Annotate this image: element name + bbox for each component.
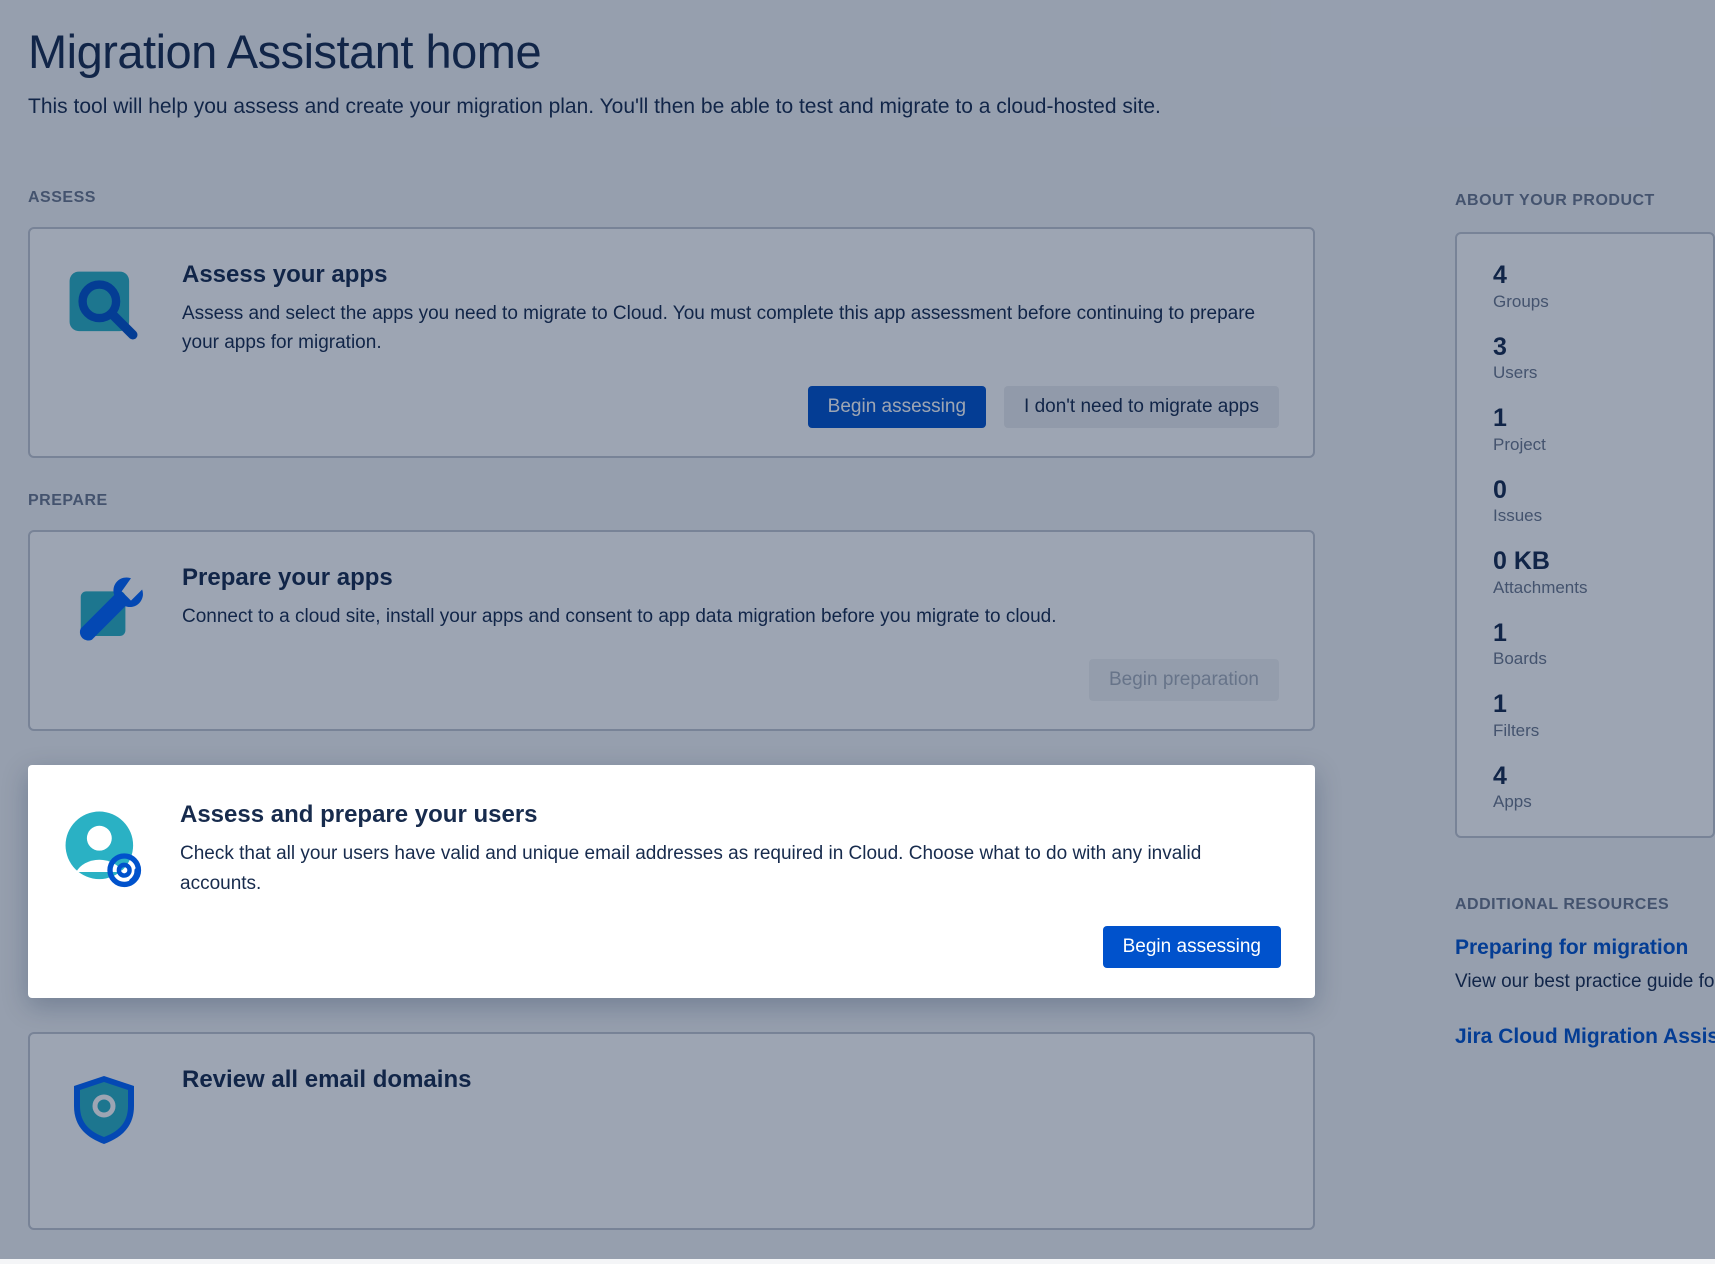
card-assess-apps: Assess your apps Assess and select the a… [28,227,1315,458]
stat-value: 4 [1493,763,1677,791]
additional-resources-label: ADDITIONAL RESOURCES [1455,896,1715,914]
card-desc: Check that all your users have valid and… [180,839,1281,898]
stat-value: 1 [1493,620,1677,648]
card-title: Assess your apps [182,261,1279,289]
resource-desc: View our best practice guide for informa… [1455,968,1715,997]
stat-value: 0 KB [1493,548,1677,576]
begin-assessing-users-button[interactable]: Begin assessing [1103,926,1281,968]
stat-value: 1 [1493,691,1677,719]
section-label-assess: ASSESS [28,189,1315,207]
about-product-label: ABOUT YOUR PRODUCT [1455,192,1715,210]
stat-groups: 4 Groups [1493,262,1677,312]
magnifier-icon [64,261,144,428]
product-stats-box: 4 Groups 3 Users 1 Project 0 Issues 0 KB… [1455,232,1715,838]
stat-value: 0 [1493,477,1677,505]
stat-issues: 0 Issues [1493,477,1677,527]
card-title: Review all email domains [182,1066,1279,1094]
card-assess-users: Assess and prepare your users Check that… [28,765,1315,998]
stat-label: Groups [1493,292,1677,312]
page-subtitle: This tool will help you assess and creat… [28,95,1315,119]
stat-value: 1 [1493,405,1677,433]
begin-preparation-button: Begin preparation [1089,659,1279,701]
stat-label: Issues [1493,506,1677,526]
stat-label: Project [1493,435,1677,455]
stat-label: Boards [1493,649,1677,669]
skip-migrate-apps-button[interactable]: I don't need to migrate apps [1004,386,1279,428]
stat-boards: 1 Boards [1493,620,1677,670]
resource-link-jcma[interactable]: Jira Cloud Migration Assistant [1455,1025,1715,1049]
card-desc: Assess and select the apps you need to m… [182,299,1279,358]
stat-filters: 1 Filters [1493,691,1677,741]
card-title: Assess and prepare your users [180,801,1281,829]
stat-users: 3 Users [1493,334,1677,384]
stat-value: 4 [1493,262,1677,290]
card-review-domains: Review all email domains [28,1032,1315,1230]
wrench-icon [64,564,144,701]
card-prepare-apps: Prepare your apps Connect to a cloud sit… [28,530,1315,731]
stat-label: Users [1493,363,1677,383]
card-title: Prepare your apps [182,564,1279,592]
stat-project: 1 Project [1493,405,1677,455]
begin-assessing-apps-button[interactable]: Begin assessing [808,386,986,428]
section-label-prepare: PREPARE [28,492,1315,510]
stat-apps: 4 Apps [1493,763,1677,813]
user-at-icon [62,801,142,968]
stat-value: 3 [1493,334,1677,362]
resource-link-preparing[interactable]: Preparing for migration [1455,936,1715,960]
shield-icon [64,1066,144,1148]
stat-attachments: 0 KB Attachments [1493,548,1677,598]
stat-label: Apps [1493,792,1677,812]
card-desc: Connect to a cloud site, install your ap… [182,602,1279,631]
stat-label: Filters [1493,721,1677,741]
page-title: Migration Assistant home [28,24,1315,79]
stat-label: Attachments [1493,578,1677,598]
